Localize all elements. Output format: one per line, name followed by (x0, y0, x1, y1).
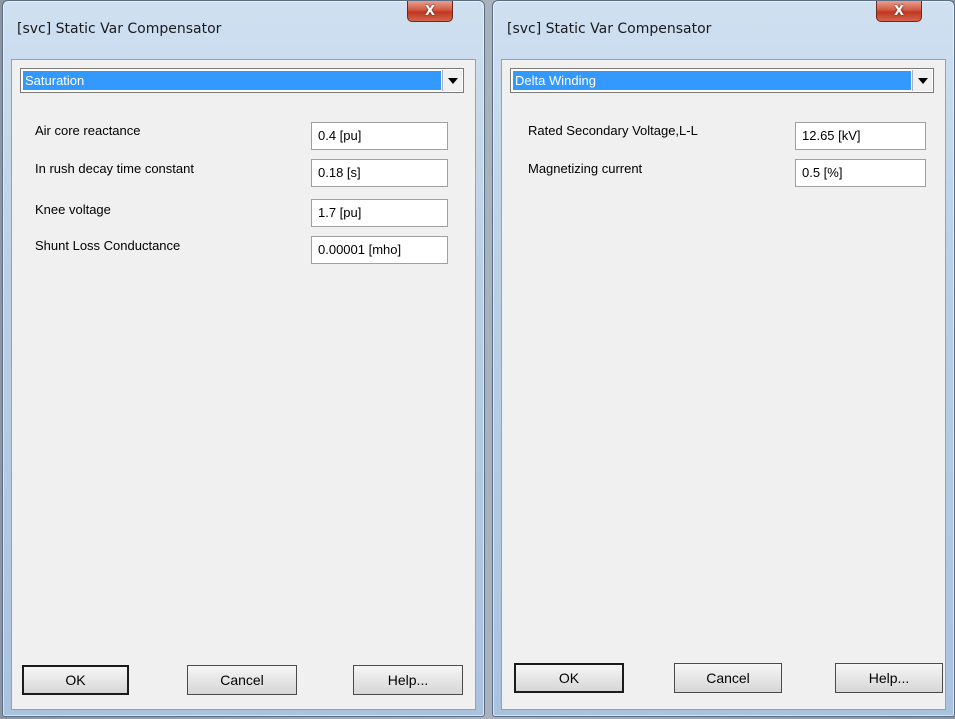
title-bar[interactable]: [svc] Static Var Compensator X (493, 1, 954, 59)
param-label-shunt-loss: Shunt Loss Conductance (35, 238, 181, 253)
param-field-knee-voltage[interactable]: 1.7 [pu] (311, 199, 448, 227)
param-field-air-core-reactance[interactable]: 0.4 [pu] (311, 122, 448, 150)
param-label-knee-voltage: Knee voltage (35, 202, 111, 217)
help-button[interactable]: Help... (353, 665, 463, 695)
chevron-down-icon[interactable] (442, 70, 462, 91)
param-field-rated-secondary-voltage[interactable]: 12.65 [kV] (795, 122, 926, 150)
title-bar[interactable]: [svc] Static Var Compensator X (3, 1, 484, 59)
svc-dialog-delta-winding: [svc] Static Var Compensator X Delta Win… (492, 0, 955, 717)
close-button[interactable]: X (876, 1, 922, 22)
ok-button[interactable]: OK (22, 665, 129, 695)
param-field-magnetizing-current[interactable]: 0.5 [%] (795, 159, 926, 187)
param-label-magnetizing-current: Magnetizing current (528, 161, 643, 176)
close-button[interactable]: X (407, 1, 453, 22)
ok-button[interactable]: OK (514, 663, 624, 693)
dialog-body: Saturation Air core reactance 0.4 [pu] I… (11, 59, 476, 710)
cancel-button[interactable]: Cancel (674, 663, 782, 693)
chevron-down-icon[interactable] (912, 70, 932, 91)
param-label-rated-secondary-voltage: Rated Secondary Voltage,L-L (528, 123, 698, 138)
param-label-inrush-decay: In rush decay time constant (35, 161, 194, 176)
category-dropdown[interactable]: Delta Winding (510, 68, 934, 93)
window-title: [svc] Static Var Compensator (507, 21, 712, 37)
param-field-shunt-loss[interactable]: 0.00001 [mho] (311, 236, 448, 264)
close-icon: X (424, 3, 436, 19)
help-button[interactable]: Help... (835, 663, 943, 693)
dialog-body: Delta Winding Rated Secondary Voltage,L-… (501, 59, 946, 710)
svc-dialog-saturation: [svc] Static Var Compensator X Saturatio… (2, 0, 485, 717)
param-field-inrush-decay[interactable]: 0.18 [s] (311, 159, 448, 187)
category-dropdown[interactable]: Saturation (20, 68, 464, 93)
cancel-button[interactable]: Cancel (187, 665, 297, 695)
window-title: [svc] Static Var Compensator (17, 21, 222, 37)
category-selected: Delta Winding (513, 71, 911, 90)
category-selected: Saturation (23, 71, 441, 90)
param-label-air-core-reactance: Air core reactance (35, 123, 141, 138)
close-icon: X (893, 3, 905, 19)
